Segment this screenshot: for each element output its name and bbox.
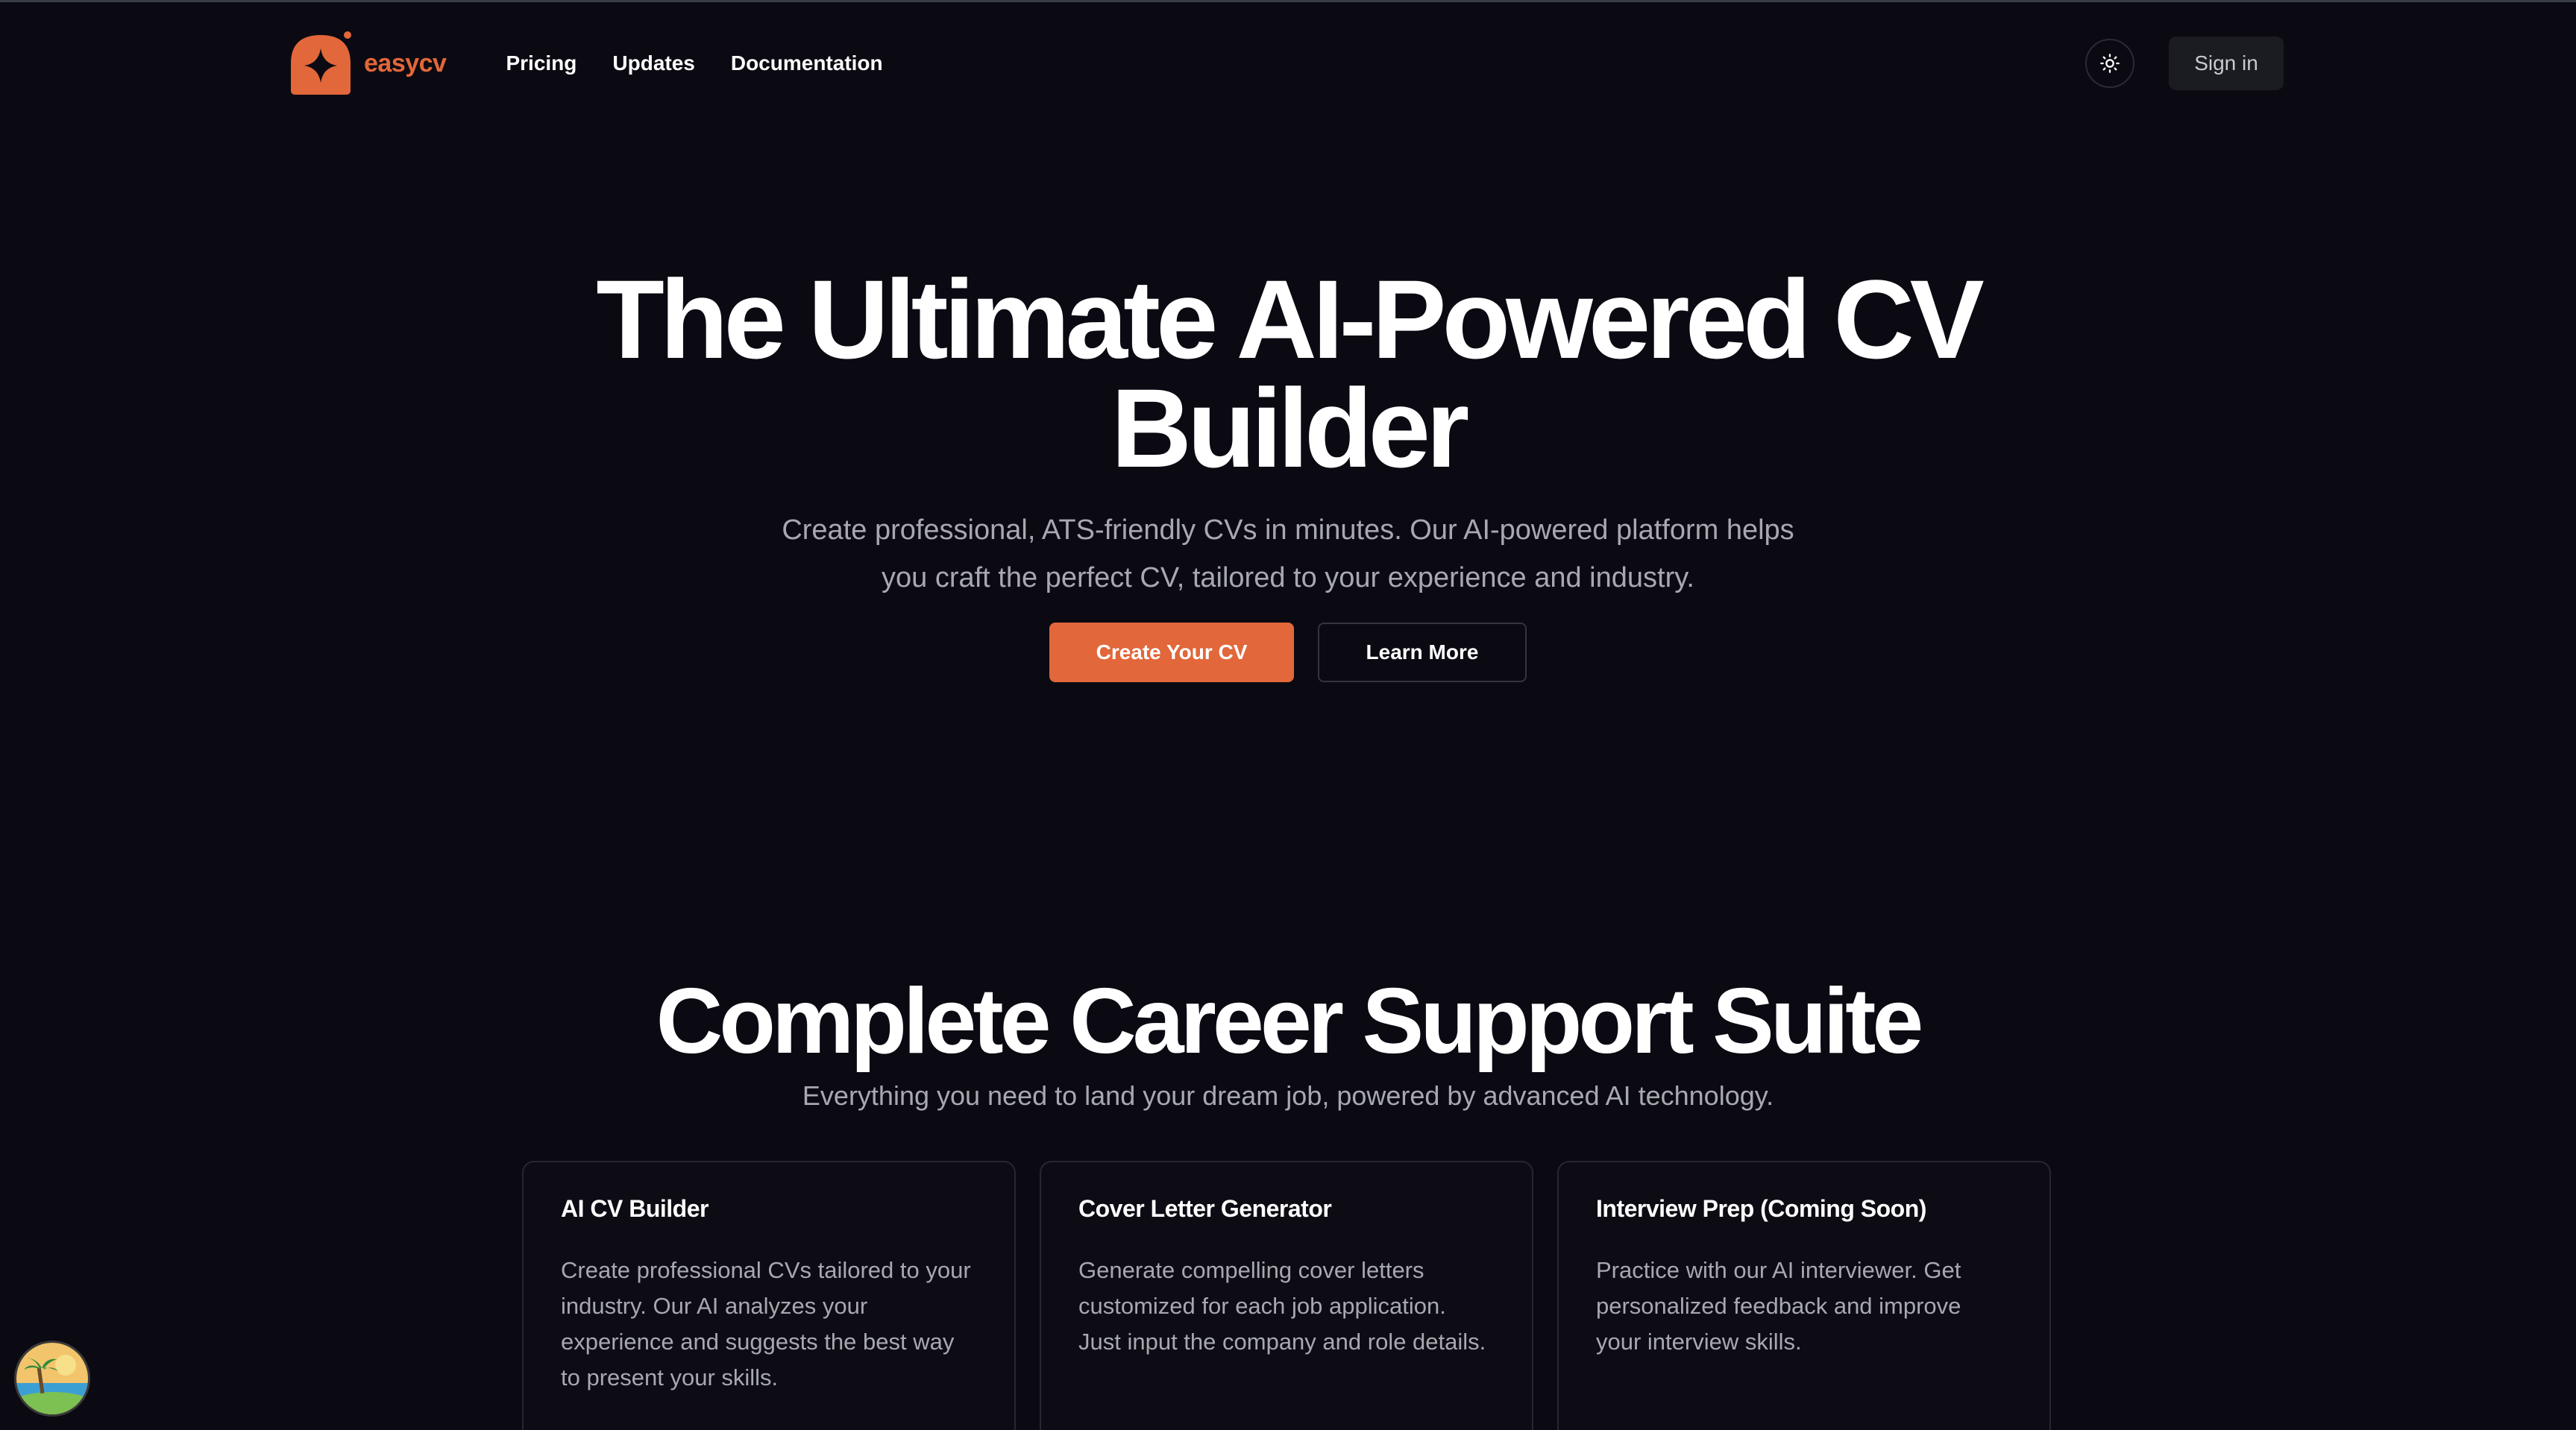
header-actions: Sign in	[2085, 37, 2284, 90]
feature-card-cover-letter: Cover Letter Generator Generate compelli…	[1040, 1161, 1533, 1430]
sign-in-button[interactable]: Sign in	[2169, 37, 2284, 90]
hero-subtitle: Create professional, ATS-friendly CVs in…	[782, 514, 1794, 593]
features-subtitle: Everything you need to land your dream j…	[802, 1080, 1774, 1111]
page: easycv Pricing Updates Documentation Sig…	[0, 0, 2576, 1430]
hero-title-line-1: The Ultimate AI-Powered CV	[596, 256, 1984, 382]
hero-title-line-2: Builder	[1110, 365, 1470, 491]
logo-link[interactable]: easycv	[289, 31, 447, 96]
easycv-logo-icon	[291, 31, 351, 95]
feature-card-text: Practice with our AI interviewer. Get pe…	[1596, 1257, 1961, 1355]
nav-item-updates[interactable]: Updates	[612, 51, 694, 75]
top-header: easycv Pricing Updates Documentation Sig…	[289, 29, 2284, 98]
hero-cta-group: Create Your CV Learn More	[0, 623, 2576, 682]
feature-card-text: Generate compelling cover letters custom…	[1078, 1257, 1486, 1355]
feature-card-text: Create professional CVs tailored to your…	[561, 1257, 971, 1390]
floating-avatar-button[interactable]	[16, 1343, 88, 1414]
feature-cards: AI CV Builder Create professional CVs ta…	[522, 1161, 2054, 1430]
feature-card-title: Cover Letter Generator	[1078, 1195, 1332, 1222]
sun-icon	[2100, 54, 2120, 73]
feature-card-title: Interview Prep (Coming Soon)	[1596, 1195, 1926, 1222]
main-nav: Pricing Updates Documentation	[506, 51, 882, 75]
hero-title: The Ultimate AI-Powered CV Builder	[0, 263, 2576, 484]
feature-card-cv-builder: AI CV Builder Create professional CVs ta…	[522, 1161, 1016, 1430]
brand-name: easycv	[364, 48, 447, 78]
nav-item-documentation[interactable]: Documentation	[731, 51, 883, 75]
feature-card-interview-prep: Interview Prep (Coming Soon) Practice wi…	[1557, 1161, 2051, 1430]
theme-toggle-button[interactable]	[2085, 39, 2134, 88]
create-cv-button[interactable]: Create Your CV	[1049, 623, 1294, 682]
features-title: Complete Career Support Suite	[656, 970, 1924, 1073]
nav-item-pricing[interactable]: Pricing	[506, 51, 577, 75]
learn-more-button[interactable]: Learn More	[1318, 623, 1527, 682]
beach-avatar-icon	[16, 1343, 88, 1414]
feature-card-title: AI CV Builder	[561, 1195, 709, 1222]
